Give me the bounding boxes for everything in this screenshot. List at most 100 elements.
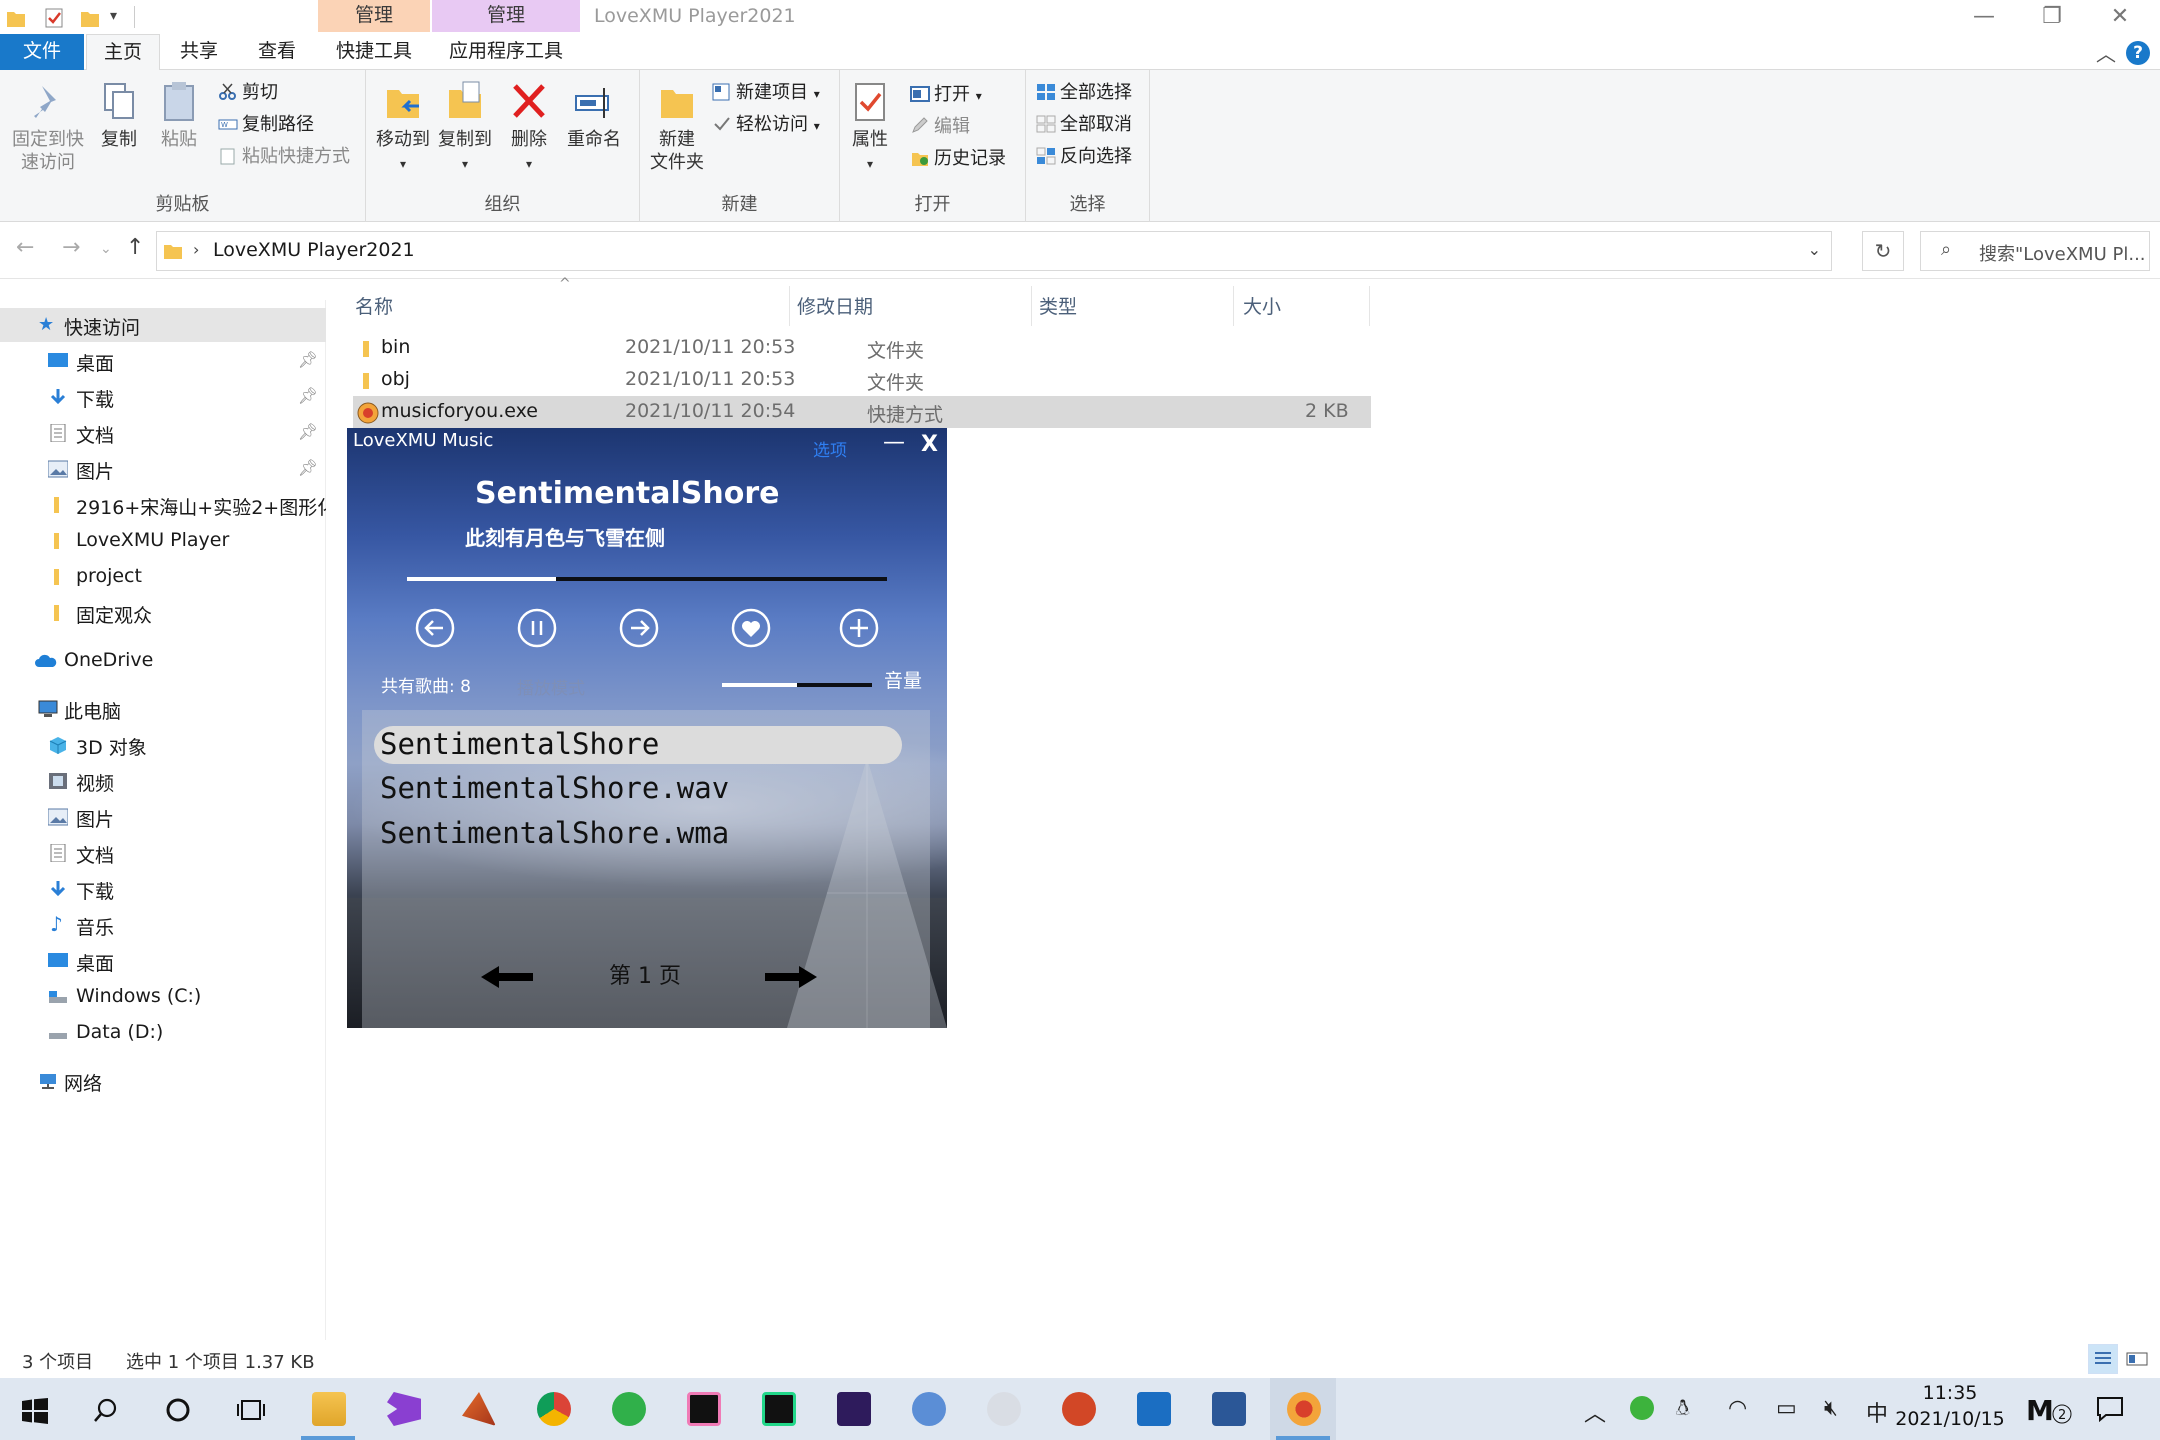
- tab-home[interactable]: 主页: [86, 34, 160, 71]
- history-button[interactable]: 历史记录: [910, 146, 1006, 172]
- nav-item-folder[interactable]: project: [0, 560, 326, 594]
- nav-onedrive[interactable]: OneDrive: [0, 644, 326, 678]
- restore-button[interactable]: ❐: [2018, 0, 2086, 34]
- previous-icon[interactable]: [413, 606, 457, 650]
- heart-icon[interactable]: [729, 606, 773, 650]
- search-input[interactable]: ⌕ 搜索"LoveXMU Pl...: [1920, 231, 2150, 271]
- taskbar-visual-studio[interactable]: [370, 1378, 436, 1440]
- nav-item-folder[interactable]: 固定观众: [0, 596, 326, 630]
- column-header-size[interactable]: 大小: [1243, 292, 1281, 319]
- properties-icon[interactable]: [44, 7, 64, 29]
- play-mode-button[interactable]: 播放模式: [517, 674, 585, 699]
- clock-time[interactable]: 11:35: [1898, 1382, 2002, 1404]
- invert-selection-button[interactable]: 反向选择: [1036, 144, 1132, 170]
- nav-pc-documents[interactable]: 文档: [0, 836, 326, 870]
- tab-app-tools[interactable]: 应用程序工具: [432, 34, 580, 70]
- file-row[interactable]: bin 2021/10/11 20:53 文件夹: [353, 332, 1371, 364]
- file-row[interactable]: obj 2021/10/11 20:53 文件夹: [353, 364, 1371, 396]
- tray-app-icon[interactable]: [1630, 1396, 1654, 1420]
- next-icon[interactable]: [617, 606, 661, 650]
- search-icon[interactable]: [92, 1396, 120, 1424]
- breadcrumb-chevron-icon[interactable]: ›: [193, 240, 199, 259]
- music-player-window[interactable]: LoveXMU Music 选项 — X SentimentalShore 此刻…: [347, 428, 947, 1028]
- taskbar-chrome[interactable]: [520, 1378, 586, 1440]
- move-to-button[interactable]: 移动到 ▾: [372, 80, 434, 176]
- collapse-ribbon-icon[interactable]: ︿: [2096, 38, 2116, 67]
- add-icon[interactable]: [837, 606, 881, 650]
- easy-access-button[interactable]: 轻松访问 ▾: [712, 112, 820, 138]
- next-page-icon[interactable]: [763, 964, 819, 990]
- nav-item-documents[interactable]: 文档 📌︎: [0, 416, 326, 450]
- show-hidden-icons-icon[interactable]: ︿: [1584, 1396, 1606, 1428]
- contextual-tab-manage-app[interactable]: 管理: [432, 0, 580, 32]
- taskbar-lovexmu-player[interactable]: [1270, 1378, 1336, 1440]
- select-none-button[interactable]: 全部取消: [1036, 112, 1132, 138]
- m2-app-icon[interactable]: M2: [2026, 1392, 2072, 1426]
- taskbar-pycharm[interactable]: [745, 1378, 811, 1440]
- nav-item-folder[interactable]: 2916+宋海山+实验2+图形化界: [0, 488, 326, 522]
- address-bar[interactable]: › LoveXMU Player2021 ⌄: [156, 231, 1832, 271]
- forward-icon[interactable]: →: [62, 235, 80, 260]
- prev-page-icon[interactable]: [479, 964, 535, 990]
- progress-bar[interactable]: [407, 577, 887, 581]
- customize-quick-access-icon[interactable]: ▾: [110, 8, 117, 24]
- file-row-selected[interactable]: musicforyou.exe 2021/10/11 20:54 快捷方式 2 …: [353, 396, 1371, 428]
- breadcrumb-path[interactable]: LoveXMU Player2021: [213, 239, 415, 261]
- tiles-view-button[interactable]: [2122, 1344, 2152, 1374]
- nav-pc-desktop[interactable]: 桌面: [0, 944, 326, 978]
- windows-start-icon[interactable]: [22, 1398, 48, 1424]
- options-button[interactable]: 选项: [813, 436, 847, 461]
- column-separator[interactable]: [1233, 286, 1234, 326]
- taskbar-powerpoint[interactable]: [1045, 1378, 1111, 1440]
- volume-muted-icon[interactable]: 🔇︎: [1824, 1396, 1838, 1421]
- up-icon[interactable]: ↑: [126, 235, 144, 260]
- cut-button[interactable]: 剪切: [218, 80, 278, 106]
- tab-share[interactable]: 共享: [162, 34, 236, 70]
- taskbar-anime-app[interactable]: [970, 1378, 1036, 1440]
- taskbar-calculator-app[interactable]: [895, 1378, 961, 1440]
- back-icon[interactable]: ←: [16, 235, 34, 260]
- playlist-item-selected[interactable]: SentimentalShore: [374, 726, 902, 764]
- nav-pc-music[interactable]: ♪ 音乐: [0, 908, 326, 942]
- clock-date[interactable]: 2021/10/15: [1890, 1408, 2010, 1430]
- recent-locations-icon[interactable]: ⌄: [100, 241, 112, 257]
- column-separator[interactable]: [1369, 286, 1370, 326]
- notification-icon[interactable]: [2096, 1396, 2124, 1422]
- nav-pc-drive-d[interactable]: Data (D:): [0, 1016, 326, 1050]
- taskbar-word[interactable]: [1195, 1378, 1261, 1440]
- edit-button[interactable]: 编辑: [910, 114, 970, 140]
- playlist-item[interactable]: SentimentalShore.wma: [374, 815, 902, 853]
- new-folder-icon[interactable]: [80, 7, 100, 29]
- tab-view[interactable]: 查看: [240, 34, 314, 70]
- new-folder-button[interactable]: 新建 文件夹: [646, 80, 708, 174]
- select-all-button[interactable]: 全部选择: [1036, 80, 1132, 106]
- column-header-name[interactable]: 名称: [355, 292, 393, 319]
- nav-quick-access[interactable]: ★ 快速访问: [0, 308, 326, 342]
- qq-icon[interactable]: 🐧︎: [1676, 1396, 1690, 1424]
- nav-item-folder[interactable]: LoveXMU Player: [0, 524, 326, 558]
- help-icon[interactable]: ?: [2126, 41, 2150, 65]
- nav-pc-3d-objects[interactable]: 3D 对象: [0, 728, 326, 762]
- battery-icon[interactable]: ▭: [1776, 1396, 1797, 1421]
- column-separator[interactable]: [789, 286, 790, 326]
- copy-to-button[interactable]: 复制到 ▾: [434, 80, 496, 176]
- column-header-date[interactable]: 修改日期: [797, 292, 873, 319]
- taskbar-file-explorer[interactable]: [295, 1378, 361, 1440]
- taskbar-matlab[interactable]: [445, 1378, 511, 1440]
- column-separator[interactable]: [1031, 286, 1032, 326]
- copy-path-button[interactable]: W 复制路径: [218, 112, 314, 138]
- nav-item-desktop[interactable]: 桌面 📌︎: [0, 344, 326, 378]
- details-view-button[interactable]: [2088, 1344, 2118, 1374]
- delete-button[interactable]: 删除 ▾: [504, 80, 554, 176]
- paste-shortcut-button[interactable]: 粘贴快捷方式: [218, 144, 350, 170]
- tab-file[interactable]: 文件: [0, 34, 84, 70]
- column-header-type[interactable]: 类型: [1039, 292, 1077, 319]
- refresh-button[interactable]: ↻: [1862, 231, 1904, 271]
- pin-icon[interactable]: 📌︎: [298, 386, 318, 405]
- open-button[interactable]: 打开 ▾: [910, 82, 982, 108]
- contextual-tab-manage-shortcut[interactable]: 管理: [318, 0, 430, 32]
- pin-icon[interactable]: 📌︎: [298, 350, 318, 369]
- pin-quick-access-button[interactable]: 固定到快 速访问: [8, 80, 88, 174]
- nav-pc-drive-c[interactable]: Windows (C:): [0, 980, 326, 1014]
- nav-pc-videos[interactable]: 视频: [0, 764, 326, 798]
